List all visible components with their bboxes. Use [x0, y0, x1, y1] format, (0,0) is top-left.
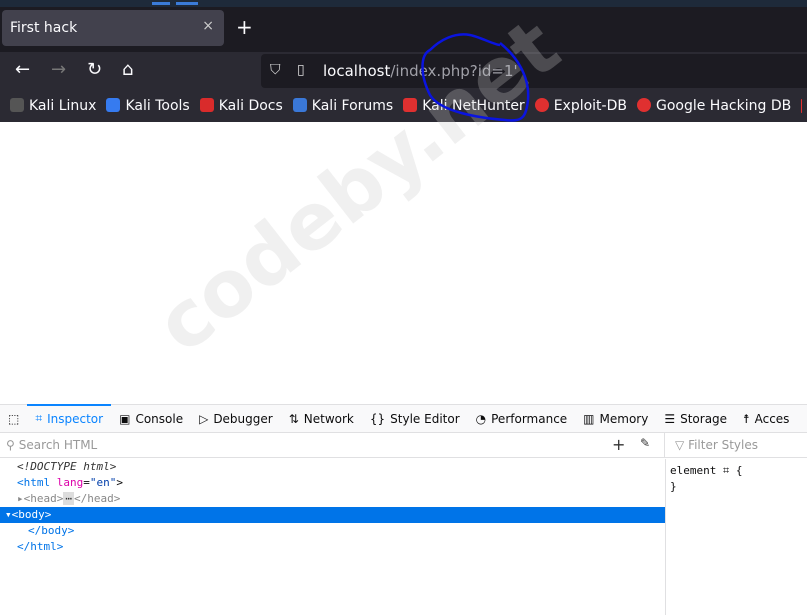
reload-button[interactable]: ↻ [87, 59, 102, 80]
filter-icon: ▽ [675, 438, 685, 452]
markup-tree: <!DOCTYPE html> <html lang="en"> ▸<head>… [0, 459, 665, 555]
devtools-toolbar: ⬚ ⌗ Inspector ▣ Console ▷ Debugger ⇅ Network… [0, 403, 807, 433]
bookmark[interactable]: Exploit-DB [534, 98, 627, 114]
tab-title: First hack [10, 20, 78, 36]
element-icon: ⌗ [722, 464, 730, 477]
shield-icon[interactable]: ⛉ [270, 62, 281, 78]
close-icon[interactable]: × [202, 18, 214, 34]
new-tab-button[interactable]: + [236, 15, 253, 39]
tab-network[interactable]: ⇅ Network [281, 405, 362, 433]
exploit-db-icon [534, 98, 549, 112]
bookmark[interactable]: Kali Forums [292, 98, 393, 114]
filter-styles-input[interactable]: ▽ Filter Styles [665, 438, 758, 452]
tab-console[interactable]: ▣ Console [111, 405, 191, 433]
ellipsis-icon[interactable]: ⋯ [63, 492, 74, 505]
search-html-input[interactable]: ⚲ Search HTML + ✎ [0, 432, 665, 458]
bookmark[interactable]: Kali Linux [10, 98, 96, 114]
storage-icon: ☰ [664, 411, 676, 426]
tab-performance[interactable]: ◔ Performance [468, 405, 576, 433]
tab-debugger[interactable]: ▷ Debugger [191, 405, 281, 433]
url-path: /index.php?id=1' [390, 62, 518, 80]
bookmark[interactable]: Kali Tools [106, 98, 190, 114]
tab-storage[interactable]: ☰ Storage [656, 405, 735, 433]
console-icon: ▣ [119, 411, 131, 426]
page-icon: ▯ [297, 62, 305, 78]
forward-button[interactable]: → [51, 59, 66, 80]
page-content [0, 122, 807, 404]
bookmark-icon[interactable] [801, 99, 802, 113]
kali-forums-icon [292, 98, 307, 112]
tab-first-hack[interactable]: First hack × [2, 10, 224, 46]
accessibility-icon: ☨ [743, 411, 750, 426]
url-host: localhost [323, 62, 391, 80]
navigation-bar: ← → ↻ ⌂ ⛉ ▯ localhost/index.php?id=1' [0, 52, 807, 90]
tab-style-editor[interactable]: {} Style Editor [362, 405, 468, 433]
bookmarks-bar: Kali Linux Kali Tools Kali Docs Kali For… [0, 90, 807, 122]
search-row: ⚲ Search HTML + ✎ ▽ Filter Styles [0, 432, 807, 458]
rule-selector: element [670, 464, 717, 477]
node-head[interactable]: ▸<head> ⋯ </head> [0, 491, 665, 507]
memory-icon: ▥ [583, 411, 595, 426]
tab-bar: First hack × + [0, 7, 807, 52]
bookmark[interactable]: Kali Docs [199, 98, 283, 114]
node-body-close[interactable]: </body> [0, 523, 665, 539]
kali-tools-icon [106, 98, 121, 112]
url-bar[interactable]: ⛉ ▯ localhost/index.php?id=1' [261, 54, 807, 88]
inspector-icon: ⌗ [35, 411, 43, 425]
node-doctype[interactable]: <!DOCTYPE html> [0, 459, 665, 475]
home-button[interactable]: ⌂ [122, 59, 133, 80]
node-html-close[interactable]: </html> [0, 539, 665, 555]
search-icon: ⚲ [6, 438, 15, 452]
bookmark[interactable]: Kali NetHunter [403, 98, 525, 114]
bookmark[interactable]: Google Hacking DB [636, 98, 791, 114]
tab-accessibility[interactable]: ☨ Acces [735, 405, 797, 433]
network-icon: ⇅ [288, 411, 299, 426]
nethunter-icon [403, 98, 418, 112]
tab-inspector[interactable]: ⌗ Inspector [27, 403, 111, 433]
eyedropper-icon[interactable]: ✎ [640, 436, 650, 450]
tab-memory[interactable]: ▥ Memory [575, 405, 656, 433]
node-body[interactable]: ▾<body> [0, 507, 665, 523]
kali-icon [10, 98, 24, 112]
debugger-icon: ▷ [199, 411, 209, 426]
back-button[interactable]: ← [15, 59, 30, 80]
kali-docs-icon [199, 98, 214, 112]
braces-icon: {} [369, 411, 386, 426]
node-html[interactable]: <html lang="en"> [0, 475, 665, 491]
add-node-button[interactable]: + [612, 435, 625, 454]
element-picker-button[interactable]: ⬚ [0, 405, 27, 433]
gauge-icon: ◔ [475, 411, 487, 426]
rule-close: } [670, 480, 677, 493]
rules-panel: element ⌗ { } [665, 459, 807, 615]
ghdb-icon [636, 98, 651, 112]
devtools-panel: ⬚ ⌗ Inspector ▣ Console ▷ Debugger ⇅ Network… [0, 403, 807, 615]
